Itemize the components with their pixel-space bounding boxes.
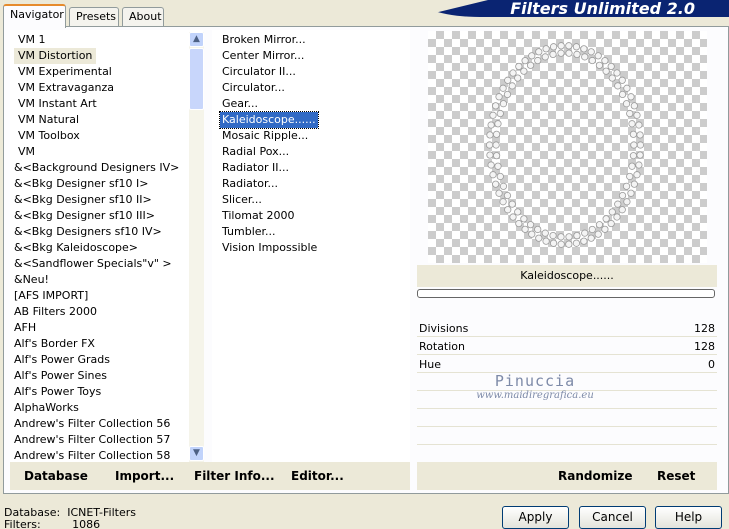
category-item[interactable]: &<Bkg Designer sf10 I> [10,176,153,192]
help-button[interactable]: Help [655,506,722,529]
filter-item[interactable]: Slicer... [220,192,264,208]
category-item[interactable]: VM 1 [14,32,50,48]
param-label: Hue [419,358,442,371]
category-item[interactable]: &<Bkg Designer sf10 III> [10,208,159,224]
category-item[interactable]: VM Extravaganza [14,80,118,96]
param-value: 128 [694,340,715,353]
import-button[interactable]: Import... [115,469,174,483]
filter-item[interactable]: Gear... [220,96,260,112]
status-filters: Filters: 1086 [4,518,100,529]
category-item[interactable]: Alf's Border FX [10,336,99,352]
category-list[interactable]: VM 1 VM Distortion VM Experimental VM Extra… [10,30,203,462]
category-scrollbar[interactable]: ▲ ▼ [189,32,204,462]
status-label: Filters: [4,518,41,529]
filter-info-button[interactable]: Filter Info... [194,469,275,483]
filter-item[interactable]: Mosaic Ripple... [220,128,310,144]
scroll-down-button[interactable]: ▼ [189,446,204,461]
param-row-empty [417,446,717,463]
category-item[interactable]: VM Distortion [14,48,97,64]
param-hue[interactable]: Hue 0 [417,356,717,373]
tab-presets[interactable]: Presets [69,7,119,27]
category-item[interactable]: VM Instant Art [14,96,101,112]
param-row-empty [417,410,717,427]
editor-button[interactable]: Editor... [291,469,344,483]
filter-item[interactable]: Center Mirror... [220,48,306,64]
category-item[interactable]: [AFS IMPORT] [10,288,92,304]
category-item[interactable]: &<Background Designers IV> [10,160,183,176]
filter-item[interactable]: Circulator... [220,80,287,96]
category-item[interactable]: Alf's Power Grads [10,352,114,368]
filter-item[interactable]: Radiator II... [220,160,291,176]
category-item[interactable]: VM [14,144,39,160]
database-button[interactable]: Database [24,469,88,483]
category-item[interactable]: AB Filters 2000 [10,304,101,320]
filter-item[interactable]: Broken Mirror... [220,32,308,48]
category-item[interactable]: &<Bkg Kaleidoscope> [10,240,142,256]
app-title: Filters Unlimited 2.0 [510,0,695,18]
reset-button[interactable]: Reset [657,469,695,483]
param-rotation[interactable]: Rotation 128 [417,338,717,355]
category-item[interactable]: AFH [10,320,40,336]
category-item[interactable]: VM Toolbox [14,128,84,144]
category-item[interactable]: VM Natural [14,112,83,128]
filter-name-label: Kaleidoscope...... [417,265,717,287]
category-item[interactable]: Alf's Power Sines [10,368,111,384]
category-item[interactable]: &<Bkg Designers sf10 IV> [10,224,166,240]
category-item[interactable]: Andrew's Filter Collection 58 [10,448,174,462]
watermark-name: Pinuccia [494,372,576,390]
scroll-up-button[interactable]: ▲ [189,32,204,47]
category-item[interactable]: Alf's Power Toys [10,384,105,400]
filter-item[interactable]: Vision Impossible [220,240,319,256]
watermark-url: www.maidiregrafica.eu [476,390,594,401]
right-button-bar: Randomize Reset [417,462,717,490]
category-item[interactable]: Andrew's Filter Collection 56 [10,416,174,432]
filter-item[interactable]: Tumbler... [220,224,278,240]
category-item[interactable]: AlphaWorks [10,400,83,416]
category-item[interactable]: &Neu! [10,272,53,288]
progress-bar [417,289,715,298]
category-item[interactable]: &<Sandflower Specials"v" > [10,256,176,272]
left-button-bar: Database Import... Filter Info... Editor… [10,462,410,490]
apply-button[interactable]: Apply [502,506,569,529]
filter-item[interactable]: Tilomat 2000 [220,208,296,224]
category-item[interactable]: Andrew's Filter Collection 57 [10,432,174,448]
category-item[interactable]: &<Bkg Designer sf10 II> [10,192,156,208]
filter-list[interactable]: Broken Mirror... Center Mirror... Circulat… [212,30,410,462]
filter-item[interactable]: Circulator II... [220,64,298,80]
param-row-empty [417,428,717,445]
param-label: Divisions [419,322,469,335]
preview-image [428,31,707,263]
tab-navigator[interactable]: Navigator [3,4,66,28]
tab-about[interactable]: About [122,7,164,27]
param-divisions[interactable]: Divisions 128 [417,320,717,337]
param-value: 0 [708,358,715,371]
app-banner: Filters Unlimited 2.0 [420,0,729,17]
param-value: 128 [694,322,715,335]
status-value: 1086 [72,518,101,529]
filter-item[interactable]: Radiator... [220,176,280,192]
filter-item[interactable]: Radial Pox... [220,144,291,160]
category-item[interactable]: VM Experimental [14,64,116,80]
watermark: Pinuccia www.maidiregrafica.eu [470,372,600,401]
randomize-button[interactable]: Randomize [558,469,632,483]
kaleidoscope-preview-graphic [485,42,645,248]
param-label: Rotation [419,340,466,353]
scrollbar-thumb[interactable] [189,48,204,110]
cancel-button[interactable]: Cancel [579,506,646,529]
filter-item[interactable]: Kaleidoscope...... [219,111,319,129]
